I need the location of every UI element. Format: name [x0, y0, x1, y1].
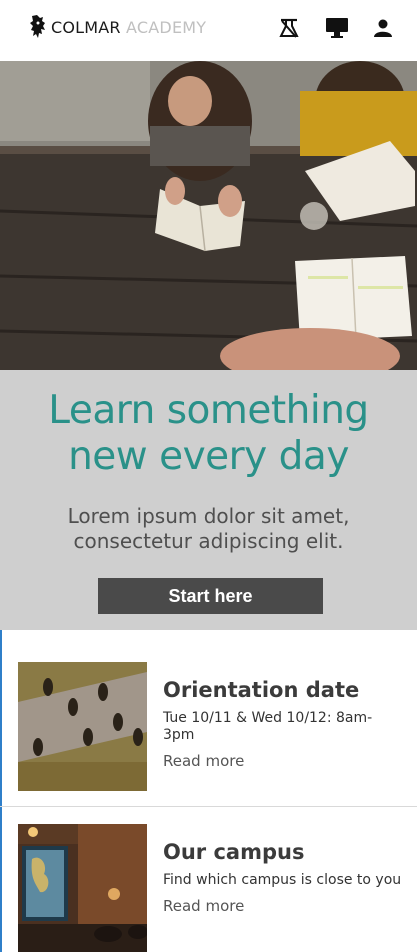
start-here-button[interactable]: Start here — [98, 578, 323, 614]
subline: Lorem ipsum dolor sit amet, consectetur … — [67, 504, 350, 553]
card-title: Orientation date — [163, 678, 360, 702]
lion-crest-icon — [30, 15, 45, 38]
read-more-link[interactable]: Read more — [163, 897, 244, 915]
brand-secondary: ACADEMY — [126, 17, 207, 37]
hero-banner: Learn something new every day Lorem ipsu… — [0, 370, 417, 630]
orientation-image — [18, 662, 147, 791]
brand-primary: COLMAR — [51, 17, 121, 37]
user-icon[interactable] — [371, 16, 395, 40]
monitor-icon[interactable] — [325, 16, 349, 40]
top-nav: COLMAR ACADEMY — [0, 0, 417, 61]
hero-image — [0, 61, 417, 370]
section-divider — [0, 806, 417, 807]
campus-image — [18, 824, 147, 952]
read-more-link[interactable]: Read more — [163, 752, 244, 770]
card-body: Orientation date Tue 10/11 & Wed 10/12: … — [163, 676, 403, 770]
headline: Learn something new every day — [48, 388, 369, 479]
card-description: Tue 10/11 & Wed 10/12: 8am-3pm — [163, 710, 373, 743]
card-body: Our campus Find which campus is close to… — [163, 838, 403, 915]
card-description: Find which campus is close to you — [163, 872, 402, 888]
brand-name: COLMAR ACADEMY — [51, 18, 206, 37]
card-title: Our campus — [163, 840, 305, 864]
brand-logo[interactable]: COLMAR ACADEMY — [28, 14, 206, 40]
lab-flask-icon[interactable] — [277, 16, 301, 40]
